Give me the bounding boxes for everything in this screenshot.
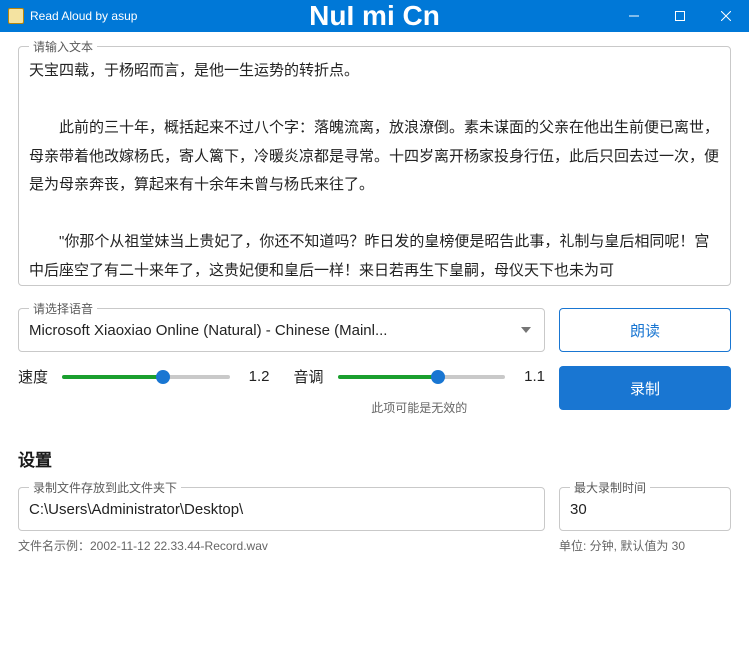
record-button[interactable]: 录制: [559, 366, 731, 410]
pitch-label: 音调: [294, 366, 328, 387]
window-title: Read Aloud by asup: [30, 9, 137, 23]
voice-select[interactable]: 请选择语音 Microsoft Xiaoxiao Online (Natural…: [18, 308, 545, 352]
save-path-legend: 录制文件存放到此文件夹下: [29, 479, 181, 496]
speed-slider[interactable]: [62, 375, 230, 379]
speed-value: 1.2: [240, 368, 270, 385]
speed-slider-group: 速度 1.2: [18, 366, 270, 387]
save-path-input[interactable]: [29, 501, 534, 518]
voice-select-legend: 请选择语音: [29, 300, 97, 317]
text-input-legend: 请输入文本: [29, 38, 97, 55]
speed-label: 速度: [18, 366, 52, 387]
text-input[interactable]: [29, 57, 720, 277]
maximize-icon: [675, 11, 685, 21]
read-button-label: 朗读: [630, 320, 660, 341]
content-area: 请输入文本 请选择语音 Microsoft Xiaoxiao Online (N…: [0, 32, 749, 554]
max-time-legend: 最大录制时间: [570, 479, 650, 496]
read-button[interactable]: 朗读: [559, 308, 731, 352]
pitch-value: 1.1: [515, 368, 545, 385]
speed-slider-thumb[interactable]: [156, 370, 170, 384]
max-time-helper: 单位: 分钟, 默认值为 30: [559, 537, 731, 554]
close-icon: [721, 11, 731, 21]
pitch-slider-group: 音调 1.1 此项可能是无效的: [294, 366, 546, 416]
max-time-input[interactable]: [570, 501, 749, 518]
save-path-column: 录制文件存放到此文件夹下 文件名示例：2002-11-12 22.33.44-R…: [18, 487, 545, 554]
minimize-button[interactable]: [611, 0, 657, 32]
watermark-text: NuI mi Cn: [309, 0, 440, 32]
pitch-slider[interactable]: [338, 375, 506, 379]
text-input-group: 请输入文本: [18, 46, 731, 286]
voice-column: 请选择语音 Microsoft Xiaoxiao Online (Natural…: [18, 308, 545, 416]
maximize-button[interactable]: [657, 0, 703, 32]
app-icon: [8, 8, 24, 24]
settings-row: 录制文件存放到此文件夹下 文件名示例：2002-11-12 22.33.44-R…: [18, 487, 731, 554]
pitch-slider-thumb[interactable]: [431, 370, 445, 384]
save-path-helper: 文件名示例：2002-11-12 22.33.44-Record.wav: [18, 537, 545, 554]
buttons-column: 朗读 录制: [559, 308, 731, 410]
record-button-label: 录制: [630, 378, 660, 399]
max-time-column: 最大录制时间 单位: 分钟, 默认值为 30: [559, 487, 731, 554]
close-button[interactable]: [703, 0, 749, 32]
voice-and-buttons-row: 请选择语音 Microsoft Xiaoxiao Online (Natural…: [18, 308, 731, 416]
dropdown-icon: [514, 318, 538, 342]
pitch-note: 此项可能是无效的: [294, 399, 546, 416]
settings-heading: 设置: [18, 446, 731, 471]
save-path-group: 录制文件存放到此文件夹下: [18, 487, 545, 531]
max-time-group: 最大录制时间: [559, 487, 731, 531]
sliders-row: 速度 1.2 音调 1.1 此项可能是无效: [18, 366, 545, 416]
minimize-icon: [629, 11, 639, 21]
window-controls: [611, 0, 749, 32]
titlebar: Read Aloud by asup NuI mi Cn: [0, 0, 749, 32]
voice-select-value: Microsoft Xiaoxiao Online (Natural) - Ch…: [29, 322, 514, 339]
